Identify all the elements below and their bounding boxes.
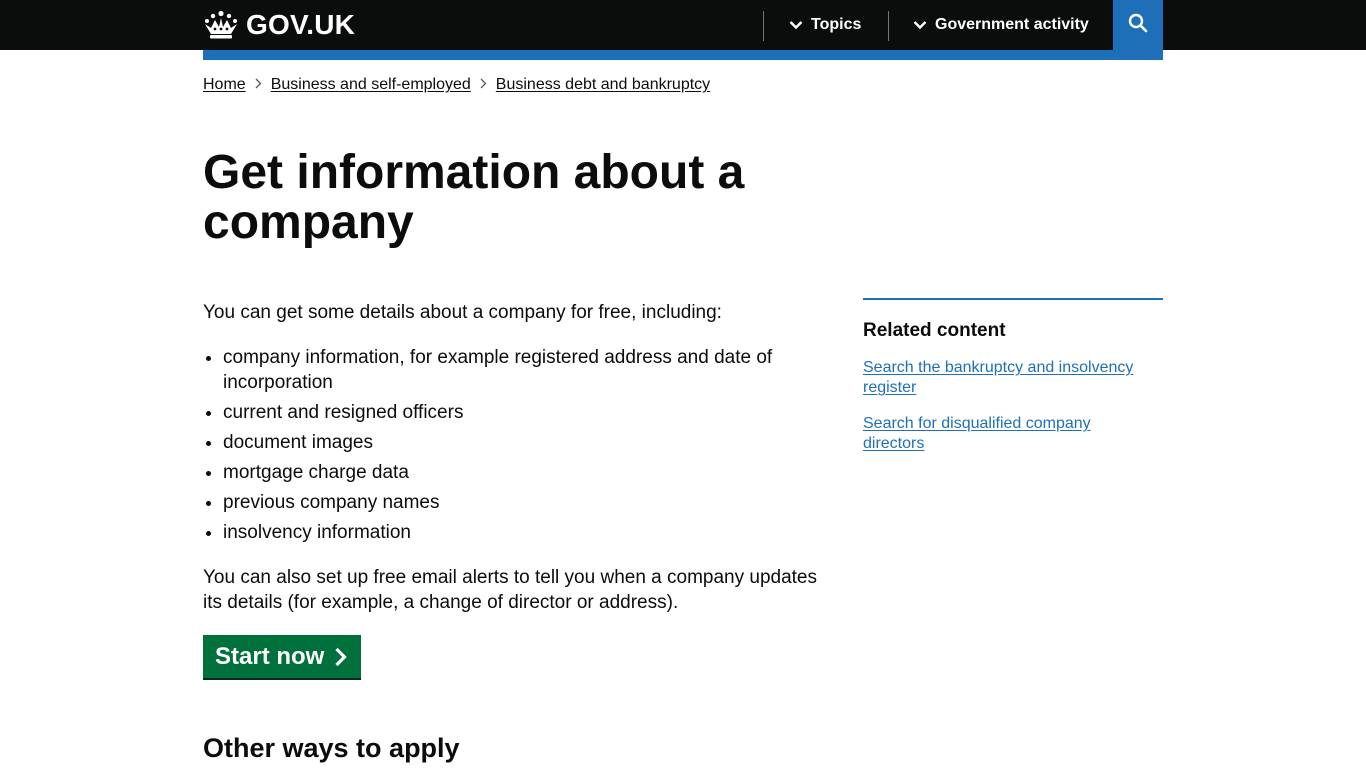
breadcrumb: Home Business and self-employed Business… — [203, 75, 710, 95]
govuk-logo-link[interactable]: GOV.UK — [203, 8, 355, 42]
chevron-down-icon — [913, 20, 935, 30]
logo-text: GOV.UK — [246, 9, 356, 40]
list-item: document images — [223, 430, 823, 455]
details-list: company information, for example registe… — [203, 345, 823, 550]
government-activity-menu-button[interactable]: Government activity — [913, 0, 1089, 50]
related-link-disqualified-directors[interactable]: Search for disqualified company director… — [863, 414, 1143, 454]
site-header: GOV.UK Topics Government activity — [0, 0, 1366, 50]
crown-icon — [203, 10, 239, 40]
intro-paragraph: You can get some details about a company… — [203, 302, 722, 323]
chevron-down-icon — [789, 20, 811, 30]
nav-divider — [888, 11, 889, 41]
government-activity-label: Government activity — [935, 16, 1089, 33]
nav-divider — [763, 11, 764, 41]
list-item: insolvency information — [223, 520, 823, 545]
search-button[interactable] — [1113, 0, 1163, 50]
start-now-label: Start now — [215, 642, 325, 670]
breadcrumb-business-link[interactable]: Business and self-employed — [271, 75, 471, 95]
list-item: mortgage charge data — [223, 460, 823, 485]
topics-label: Topics — [811, 16, 862, 33]
topics-menu-button[interactable]: Topics — [789, 0, 861, 50]
related-content: Related content Search the bankruptcy an… — [863, 298, 1163, 452]
header-accent-bar — [203, 50, 1163, 60]
breadcrumb-home-link[interactable]: Home — [203, 75, 246, 95]
related-link-bankruptcy-register[interactable]: Search the bankruptcy and insolvency reg… — [863, 358, 1143, 398]
arrow-right-icon — [324, 647, 348, 667]
email-alerts-paragraph: You can also set up free email alerts to… — [203, 567, 818, 613]
start-now-button[interactable]: Start now — [203, 635, 361, 678]
search-icon — [1128, 13, 1148, 38]
breadcrumb-debt-link[interactable]: Business debt and bankruptcy — [496, 75, 710, 95]
list-item: company information, for example registe… — [223, 345, 823, 395]
list-item: previous company names — [223, 490, 823, 515]
page-title: Get information about a company — [203, 146, 745, 249]
chevron-right-icon — [480, 75, 487, 95]
chevron-right-icon — [255, 75, 262, 95]
list-item: current and resigned officers — [223, 400, 823, 425]
other-ways-heading: Other ways to apply — [203, 733, 460, 763]
related-content-title: Related content — [863, 320, 1006, 341]
